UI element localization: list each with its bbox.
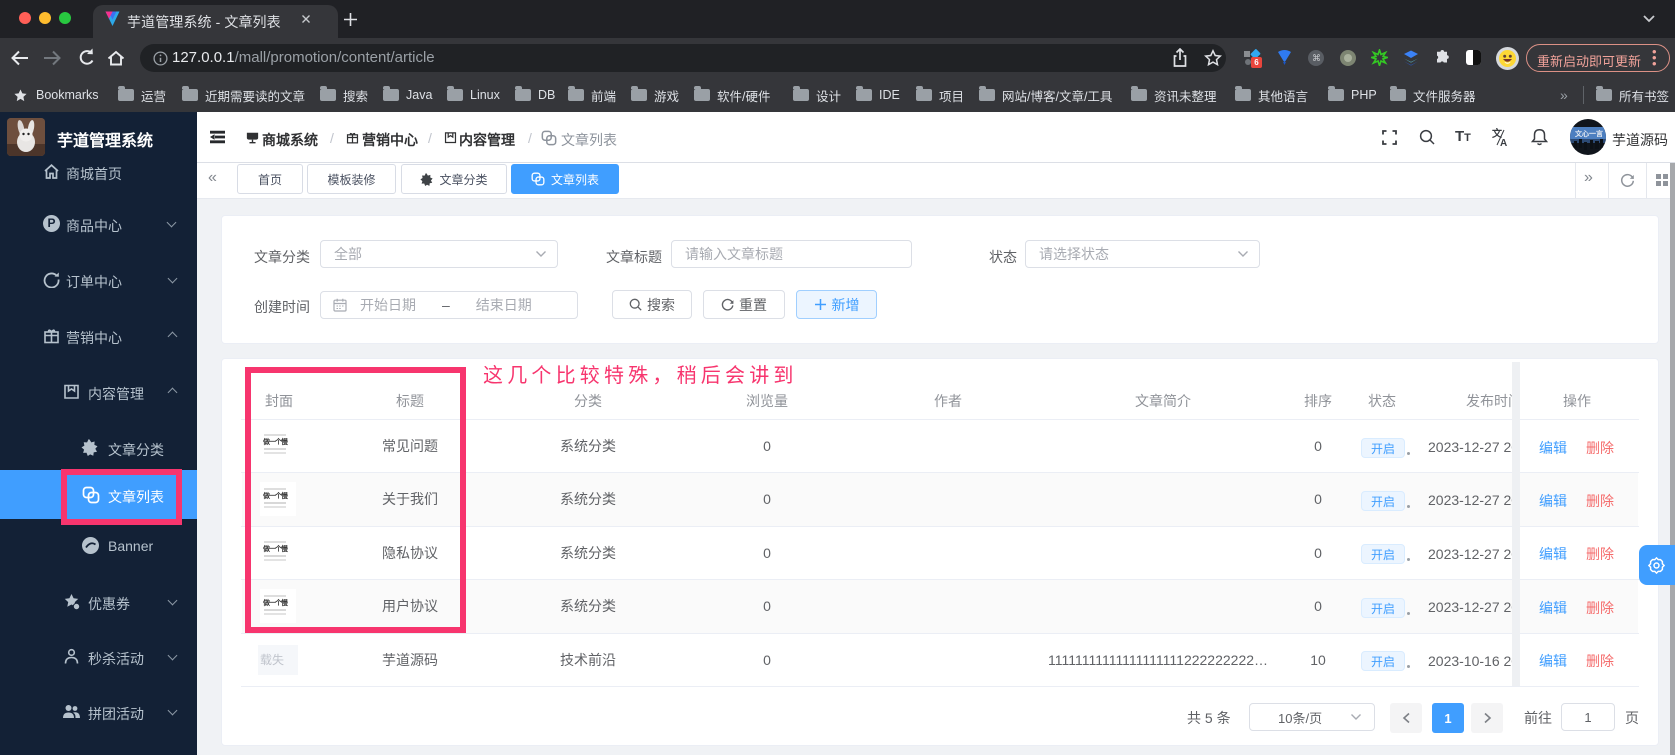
svg-text:文心一言: 文心一言: [1575, 129, 1603, 138]
svg-text:A: A: [1500, 138, 1507, 147]
